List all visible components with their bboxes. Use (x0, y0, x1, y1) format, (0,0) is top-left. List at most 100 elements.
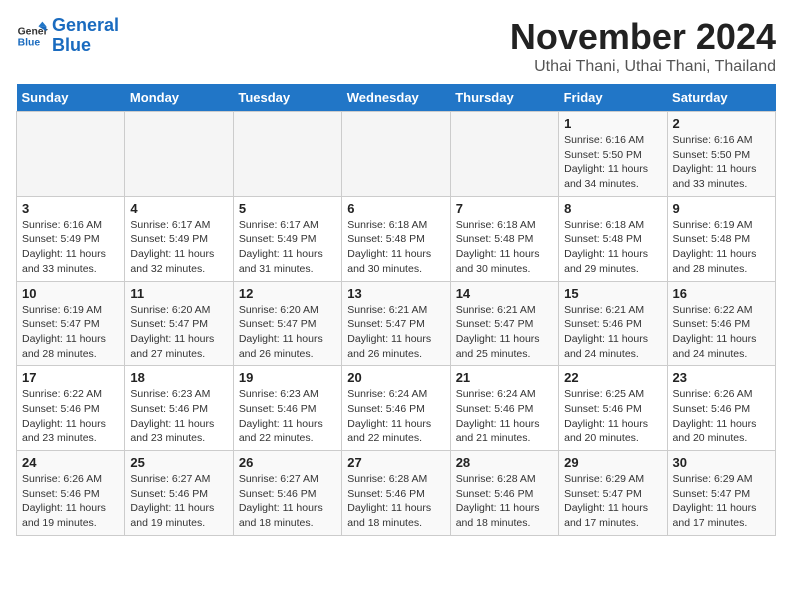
calendar-cell: 10Sunrise: 6:19 AM Sunset: 5:47 PM Dayli… (17, 281, 125, 366)
calendar-cell: 13 Sunrise: 6:21 AM Sunset: 5:47 PM Dayli… (342, 281, 450, 366)
calendar-cell (342, 112, 450, 197)
day-info: Sunrise: 6:16 AM Sunset: 5:49 PM Dayligh… (22, 218, 119, 277)
calendar-cell: 7 Sunrise: 6:18 AM Sunset: 5:48 PM Daylig… (450, 196, 558, 281)
day-info: Sunrise: 6:27 AM Sunset: 5:46 PM Dayligh… (239, 472, 336, 531)
day-info: Sunrise: 6:25 AM Sunset: 5:46 PM Dayligh… (564, 387, 661, 446)
day-number: 30 (673, 455, 770, 470)
calendar-cell: 28 Sunrise: 6:28 AM Sunset: 5:46 PM Dayli… (450, 451, 558, 536)
day-number: 9 (673, 201, 770, 216)
calendar-cell: 1 Sunrise: 6:16 AM Sunset: 5:50 PM Daylig… (559, 112, 667, 197)
day-info: Sunrise: 6:24 AM Sunset: 5:46 PM Dayligh… (456, 387, 553, 446)
day-info: Sunrise: 6:29 AM Sunset: 5:47 PM Dayligh… (564, 472, 661, 531)
svg-text:Blue: Blue (18, 37, 41, 48)
calendar-cell: 8 Sunrise: 6:18 AM Sunset: 5:48 PM Daylig… (559, 196, 667, 281)
day-info: Sunrise: 6:18 AM Sunset: 5:48 PM Dayligh… (564, 218, 661, 277)
day-info: Sunrise: 6:23 AM Sunset: 5:46 PM Dayligh… (130, 387, 227, 446)
calendar-cell: 29 Sunrise: 6:29 AM Sunset: 5:47 PM Dayli… (559, 451, 667, 536)
calendar-cell: 22 Sunrise: 6:25 AM Sunset: 5:46 PM Dayli… (559, 366, 667, 451)
day-number: 7 (456, 201, 553, 216)
day-number: 3 (22, 201, 119, 216)
calendar-cell (125, 112, 233, 197)
logo-text-line1: General (52, 16, 119, 36)
week-row-4: 24 Sunrise: 6:26 AM Sunset: 5:46 PM Dayli… (17, 451, 776, 536)
header-day-wednesday: Wednesday (342, 84, 450, 112)
day-number: 20 (347, 370, 444, 385)
day-number: 2 (673, 116, 770, 131)
calendar-cell: 4 Sunrise: 6:17 AM Sunset: 5:49 PM Daylig… (125, 196, 233, 281)
day-number: 25 (130, 455, 227, 470)
calendar-cell: 24 Sunrise: 6:26 AM Sunset: 5:46 PM Dayli… (17, 451, 125, 536)
day-info: Sunrise: 6:19 AM Sunset: 5:48 PM Dayligh… (673, 218, 770, 277)
calendar-cell: 17Sunrise: 6:22 AM Sunset: 5:46 PM Dayli… (17, 366, 125, 451)
day-info: Sunrise: 6:20 AM Sunset: 5:47 PM Dayligh… (130, 303, 227, 362)
calendar-cell: 2 Sunrise: 6:16 AM Sunset: 5:50 PM Daylig… (667, 112, 775, 197)
calendar-cell: 18 Sunrise: 6:23 AM Sunset: 5:46 PM Dayli… (125, 366, 233, 451)
day-number: 22 (564, 370, 661, 385)
day-info: Sunrise: 6:16 AM Sunset: 5:50 PM Dayligh… (564, 133, 661, 192)
day-info: Sunrise: 6:18 AM Sunset: 5:48 PM Dayligh… (456, 218, 553, 277)
calendar-cell: 21Sunrise: 6:24 AM Sunset: 5:46 PM Dayli… (450, 366, 558, 451)
day-info: Sunrise: 6:26 AM Sunset: 5:46 PM Dayligh… (22, 472, 119, 531)
header-day-saturday: Saturday (667, 84, 775, 112)
day-info: Sunrise: 6:17 AM Sunset: 5:49 PM Dayligh… (130, 218, 227, 277)
calendar-cell (233, 112, 341, 197)
calendar-cell (17, 112, 125, 197)
calendar-cell: 9 Sunrise: 6:19 AM Sunset: 5:48 PM Daylig… (667, 196, 775, 281)
day-number: 24 (22, 455, 119, 470)
calendar-cell: 25Sunrise: 6:27 AM Sunset: 5:46 PM Dayli… (125, 451, 233, 536)
logo: General Blue General Blue (16, 16, 119, 56)
calendar-cell: 26Sunrise: 6:27 AM Sunset: 5:46 PM Dayli… (233, 451, 341, 536)
calendar-header: SundayMondayTuesdayWednesdayThursdayFrid… (17, 84, 776, 112)
day-info: Sunrise: 6:19 AM Sunset: 5:47 PM Dayligh… (22, 303, 119, 362)
calendar-cell: 6Sunrise: 6:18 AM Sunset: 5:48 PM Daylig… (342, 196, 450, 281)
day-info: Sunrise: 6:22 AM Sunset: 5:46 PM Dayligh… (22, 387, 119, 446)
header-day-thursday: Thursday (450, 84, 558, 112)
day-number: 1 (564, 116, 661, 131)
calendar-cell: 20Sunrise: 6:24 AM Sunset: 5:46 PM Dayli… (342, 366, 450, 451)
location-subtitle: Uthai Thani, Uthai Thani, Thailand (510, 58, 776, 76)
calendar-cell: 19 Sunrise: 6:23 AM Sunset: 5:46 PM Dayli… (233, 366, 341, 451)
day-number: 15 (564, 286, 661, 301)
calendar-cell: 23 Sunrise: 6:26 AM Sunset: 5:46 PM Dayli… (667, 366, 775, 451)
day-info: Sunrise: 6:20 AM Sunset: 5:47 PM Dayligh… (239, 303, 336, 362)
calendar-cell: 30 Sunrise: 6:29 AM Sunset: 5:47 PM Dayli… (667, 451, 775, 536)
day-number: 19 (239, 370, 336, 385)
header-row: SundayMondayTuesdayWednesdayThursdayFrid… (17, 84, 776, 112)
day-info: Sunrise: 6:28 AM Sunset: 5:46 PM Dayligh… (456, 472, 553, 531)
day-info: Sunrise: 6:23 AM Sunset: 5:46 PM Dayligh… (239, 387, 336, 446)
day-number: 13 (347, 286, 444, 301)
header: General Blue General Blue November 2024 … (16, 16, 776, 76)
calendar-table: SundayMondayTuesdayWednesdayThursdayFrid… (16, 84, 776, 536)
day-info: Sunrise: 6:16 AM Sunset: 5:50 PM Dayligh… (673, 133, 770, 192)
day-number: 28 (456, 455, 553, 470)
calendar-cell (450, 112, 558, 197)
day-number: 23 (673, 370, 770, 385)
week-row-2: 10Sunrise: 6:19 AM Sunset: 5:47 PM Dayli… (17, 281, 776, 366)
day-number: 11 (130, 286, 227, 301)
day-info: Sunrise: 6:18 AM Sunset: 5:48 PM Dayligh… (347, 218, 444, 277)
day-info: Sunrise: 6:26 AM Sunset: 5:46 PM Dayligh… (673, 387, 770, 446)
day-info: Sunrise: 6:21 AM Sunset: 5:47 PM Dayligh… (456, 303, 553, 362)
header-day-friday: Friday (559, 84, 667, 112)
day-number: 5 (239, 201, 336, 216)
calendar-cell: 11 Sunrise: 6:20 AM Sunset: 5:47 PM Dayli… (125, 281, 233, 366)
calendar-cell: 15 Sunrise: 6:21 AM Sunset: 5:46 PM Dayli… (559, 281, 667, 366)
logo-text-line2: Blue (52, 36, 119, 56)
day-number: 18 (130, 370, 227, 385)
month-title: November 2024 (510, 16, 776, 58)
day-number: 12 (239, 286, 336, 301)
day-info: Sunrise: 6:22 AM Sunset: 5:46 PM Dayligh… (673, 303, 770, 362)
day-number: 8 (564, 201, 661, 216)
day-info: Sunrise: 6:21 AM Sunset: 5:47 PM Dayligh… (347, 303, 444, 362)
day-number: 4 (130, 201, 227, 216)
day-info: Sunrise: 6:29 AM Sunset: 5:47 PM Dayligh… (673, 472, 770, 531)
day-number: 14 (456, 286, 553, 301)
calendar-cell: 12 Sunrise: 6:20 AM Sunset: 5:47 PM Dayli… (233, 281, 341, 366)
day-number: 29 (564, 455, 661, 470)
calendar-cell: 14 Sunrise: 6:21 AM Sunset: 5:47 PM Dayli… (450, 281, 558, 366)
day-info: Sunrise: 6:28 AM Sunset: 5:46 PM Dayligh… (347, 472, 444, 531)
title-area: November 2024 Uthai Thani, Uthai Thani, … (510, 16, 776, 76)
calendar-cell: 27Sunrise: 6:28 AM Sunset: 5:46 PM Dayli… (342, 451, 450, 536)
day-info: Sunrise: 6:21 AM Sunset: 5:46 PM Dayligh… (564, 303, 661, 362)
day-info: Sunrise: 6:17 AM Sunset: 5:49 PM Dayligh… (239, 218, 336, 277)
